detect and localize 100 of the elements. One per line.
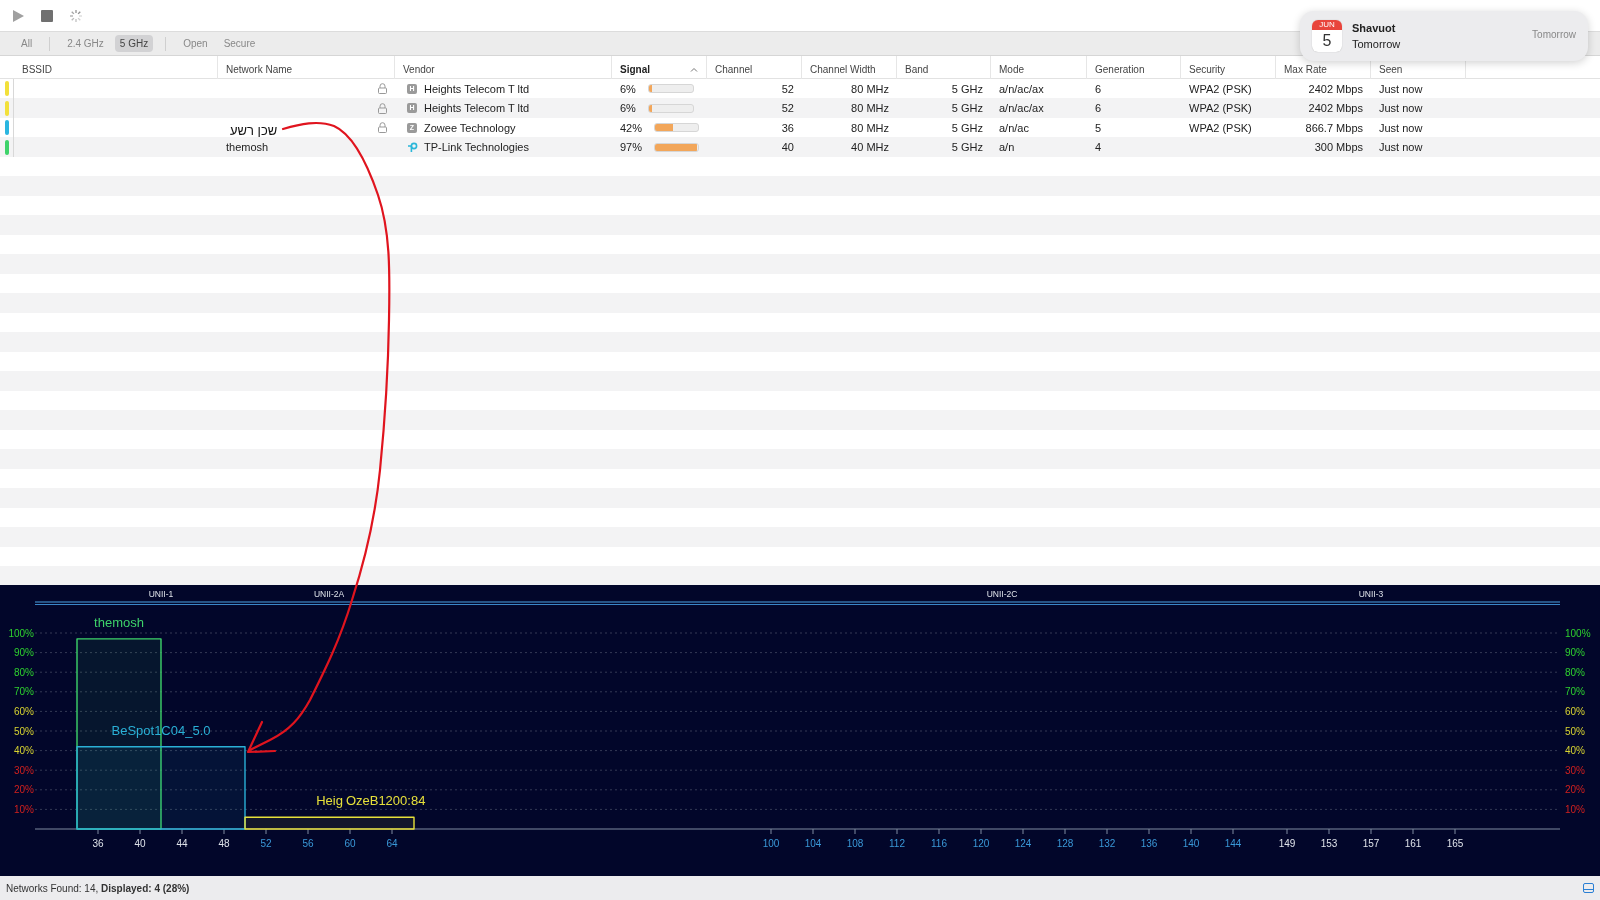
channel-width-value: 40 MHz bbox=[851, 140, 889, 155]
axis-label: 70% bbox=[1565, 686, 1585, 698]
axis-label: 132 bbox=[1098, 838, 1116, 849]
annotation-text: שכן רשע bbox=[230, 122, 278, 140]
axis-label: 116 bbox=[931, 838, 947, 849]
axis-label: 90% bbox=[14, 647, 34, 659]
axis-label: 136 bbox=[1140, 838, 1158, 849]
axis-label: 60% bbox=[14, 705, 34, 717]
axis-label: 20% bbox=[1565, 784, 1585, 796]
axis-label: 124 bbox=[1014, 838, 1032, 849]
signal-value: 6% bbox=[620, 101, 636, 116]
axis-label: 104 bbox=[804, 838, 822, 849]
vendor-name: Heights Telecom T ltd bbox=[424, 101, 530, 116]
axis-label: 52 bbox=[260, 838, 272, 849]
band-value: 5 GHz bbox=[951, 120, 983, 136]
axis-label: 10% bbox=[1565, 803, 1585, 815]
axis-label: 40% bbox=[1565, 745, 1585, 757]
filter-button[interactable]: 5 GHz bbox=[114, 35, 154, 52]
band-value: 5 GHz bbox=[951, 81, 983, 97]
axis-label: 44 bbox=[176, 838, 188, 849]
axis-label: 30% bbox=[1565, 764, 1585, 776]
axis-label: 30% bbox=[14, 764, 34, 776]
axis-label: 165 bbox=[1446, 838, 1464, 849]
panel-icon[interactable] bbox=[1583, 883, 1594, 893]
axis-label: 56 bbox=[302, 838, 314, 849]
axis-label: 140 bbox=[1182, 838, 1200, 849]
security-value: WPA2 (PSK) bbox=[1189, 120, 1252, 136]
axis-label: 50% bbox=[1565, 725, 1585, 737]
security-value: WPA2 (PSK) bbox=[1189, 101, 1252, 116]
max-rate-value: 2402 Mbps bbox=[1308, 101, 1363, 116]
band-label: UNII-3 bbox=[1358, 589, 1384, 599]
band-label: UNII-1 bbox=[148, 589, 174, 599]
axis-label: 100% bbox=[1565, 627, 1591, 639]
stop-icon[interactable] bbox=[41, 9, 53, 22]
channel-width-value: 80 MHz bbox=[851, 81, 889, 97]
axis-label: 64 bbox=[386, 838, 398, 849]
axis-label: 40% bbox=[14, 745, 34, 757]
axis-label: 100 bbox=[762, 838, 780, 849]
axis-label: 60 bbox=[344, 838, 356, 849]
signal-value: 6% bbox=[620, 81, 636, 97]
seen-time: Just now bbox=[1379, 101, 1423, 116]
spinner-icon bbox=[69, 8, 83, 23]
axis-label: 153 bbox=[1320, 838, 1338, 849]
max-rate-value: 2402 Mbps bbox=[1308, 81, 1363, 97]
axis-label: 48 bbox=[218, 838, 230, 849]
mode-value: a/n bbox=[999, 140, 1015, 155]
axis-label: 108 bbox=[846, 838, 864, 849]
seen-time: Just now bbox=[1379, 120, 1423, 136]
generation-value: 4 bbox=[1095, 140, 1102, 155]
calendar-icon: JUN 5 bbox=[1312, 20, 1342, 52]
axis-label: 80% bbox=[1565, 666, 1585, 678]
notification-time: Tomorrow bbox=[1532, 28, 1576, 42]
play-icon[interactable] bbox=[12, 8, 25, 23]
mode-value: a/n/ac/ax bbox=[999, 81, 1044, 97]
network-label: OzeB1200:84 bbox=[345, 793, 426, 809]
axis-label: 157 bbox=[1362, 838, 1380, 849]
channel-value: 52 bbox=[781, 81, 794, 97]
axis-label: 112 bbox=[889, 838, 905, 849]
axis-label: 120 bbox=[972, 838, 990, 849]
network-name: themosh bbox=[226, 140, 269, 155]
channel-width-value: 80 MHz bbox=[851, 120, 889, 136]
network-label: themosh bbox=[94, 614, 144, 630]
status-text: Networks Found: 14, Displayed: 4 (28%) bbox=[6, 881, 190, 896]
seen-time: Just now bbox=[1379, 140, 1423, 155]
generation-value: 6 bbox=[1095, 81, 1102, 97]
channel-value: 36 bbox=[781, 120, 794, 136]
signal-value: 42% bbox=[620, 120, 643, 136]
axis-label: 20% bbox=[14, 784, 34, 796]
mode-value: a/n/ac/ax bbox=[999, 101, 1044, 116]
security-value: WPA2 (PSK) bbox=[1189, 81, 1252, 97]
logo-icon bbox=[406, 141, 418, 153]
axis-label: 40 bbox=[134, 838, 146, 849]
axis-label: 161 bbox=[1404, 838, 1422, 849]
axis-label: 100% bbox=[8, 627, 34, 639]
vendor-name: Zowee Technology bbox=[424, 120, 516, 136]
vendor-name: Heights Telecom T ltd bbox=[424, 81, 530, 97]
channel-value: 40 bbox=[781, 140, 794, 155]
mode-value: a/n/ac bbox=[999, 120, 1029, 136]
axis-label: 70% bbox=[14, 686, 34, 698]
max-rate-value: 300 Mbps bbox=[1314, 140, 1363, 155]
band-label: UNII-2A bbox=[313, 589, 345, 599]
vendor-name: TP-Link Technologies bbox=[424, 140, 529, 155]
generation-value: 6 bbox=[1095, 101, 1102, 116]
axis-label: 36 bbox=[92, 838, 104, 849]
axis-label: 10% bbox=[14, 803, 34, 815]
max-rate-value: 866.7 Mbps bbox=[1305, 120, 1363, 136]
sort-caret-icon bbox=[690, 67, 698, 72]
notification-toast[interactable]: JUN 5 Shavuot Tomorrow Tomorrow bbox=[1300, 11, 1588, 61]
signal-value: 97% bbox=[620, 140, 643, 155]
axis-label: 60% bbox=[1565, 705, 1585, 717]
axis-label: 80% bbox=[14, 666, 34, 678]
axis-label: 149 bbox=[1278, 838, 1296, 849]
axis-label: 128 bbox=[1056, 838, 1074, 849]
channel-value: 52 bbox=[781, 101, 794, 116]
axis-label: 90% bbox=[1565, 647, 1585, 659]
band-value: 5 GHz bbox=[951, 101, 983, 116]
band-value: 5 GHz bbox=[951, 140, 983, 155]
network-label: Heig bbox=[316, 793, 343, 809]
axis-label: 144 bbox=[1224, 838, 1242, 849]
band-label: UNII-2C bbox=[986, 589, 1018, 599]
